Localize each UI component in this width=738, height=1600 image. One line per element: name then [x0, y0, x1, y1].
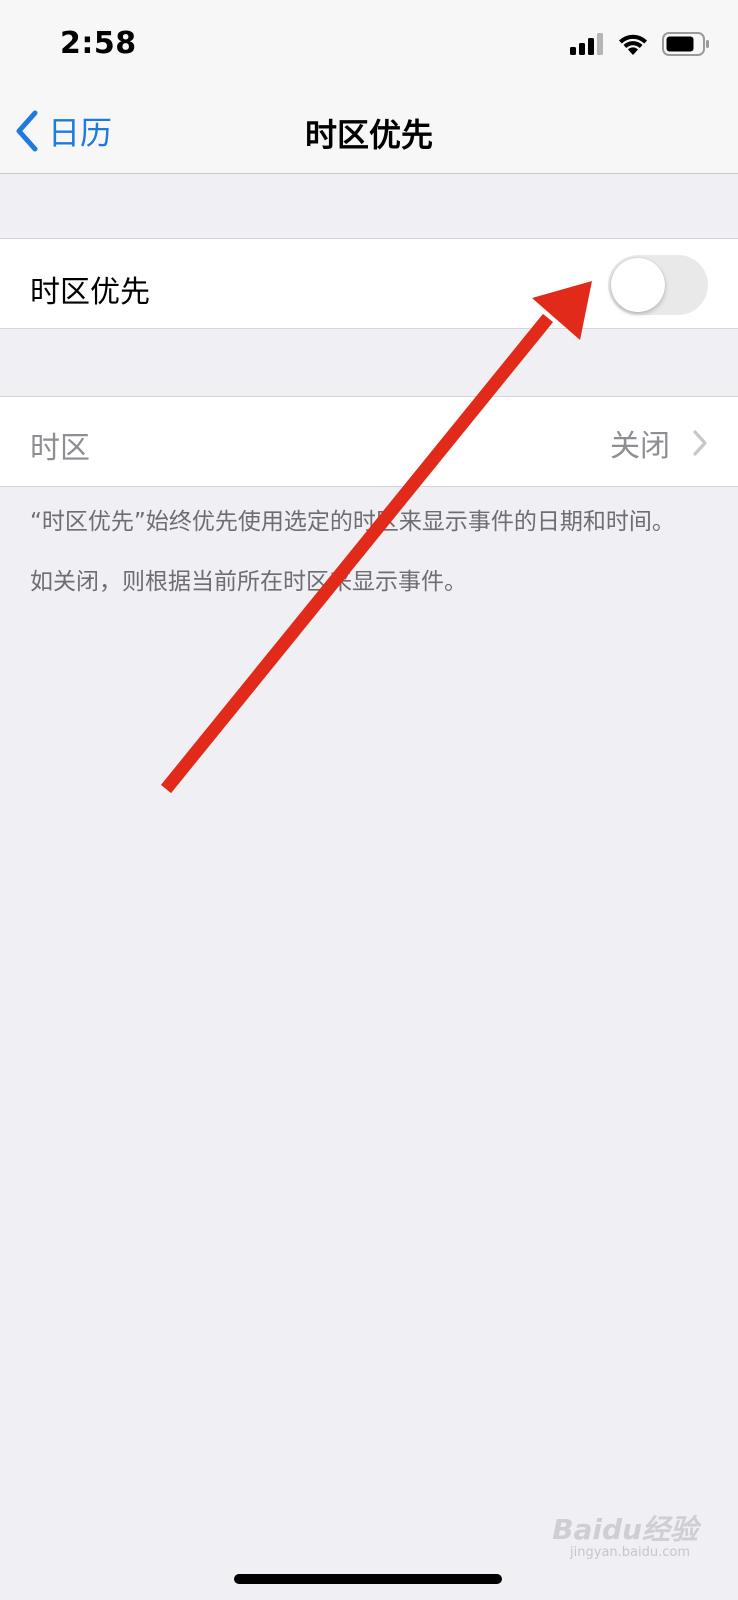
- watermark-logo: Baidu经验: [552, 1508, 698, 1548]
- time-zone-override-row: 时区优先: [0, 238, 738, 329]
- status-icons: [570, 32, 710, 56]
- time-zone-value: 关闭: [610, 429, 670, 464]
- navigation-bar: 日历 时区优先: [0, 88, 738, 174]
- time-zone-row[interactable]: 时区 关闭: [0, 396, 738, 487]
- watermark-brand: Baidu经验: [552, 1513, 698, 1546]
- home-indicator[interactable]: [234, 1574, 502, 1584]
- watermark-url: jingyan.baidu.com: [570, 1545, 690, 1560]
- status-time: 2:58: [60, 26, 137, 61]
- chevron-right-icon: [693, 430, 707, 456]
- footer-description-2: 如关闭，则根据当前所在时区来显示事件。: [30, 569, 467, 595]
- time-zone-override-toggle[interactable]: [608, 255, 708, 315]
- status-bar: 2:58: [0, 0, 738, 88]
- page-title: 时区优先: [304, 116, 433, 154]
- footer-description-1: “时区优先”始终优先使用选定的时区来显示事件的日期和时间。: [30, 509, 675, 535]
- battery-icon: [662, 32, 709, 56]
- wifi-icon: [619, 34, 647, 55]
- toggle-knob: [611, 258, 665, 312]
- cellular-signal-icon: [570, 33, 603, 55]
- time-zone-override-label: 时区优先: [30, 275, 150, 310]
- time-zone-label: 时区: [30, 431, 90, 466]
